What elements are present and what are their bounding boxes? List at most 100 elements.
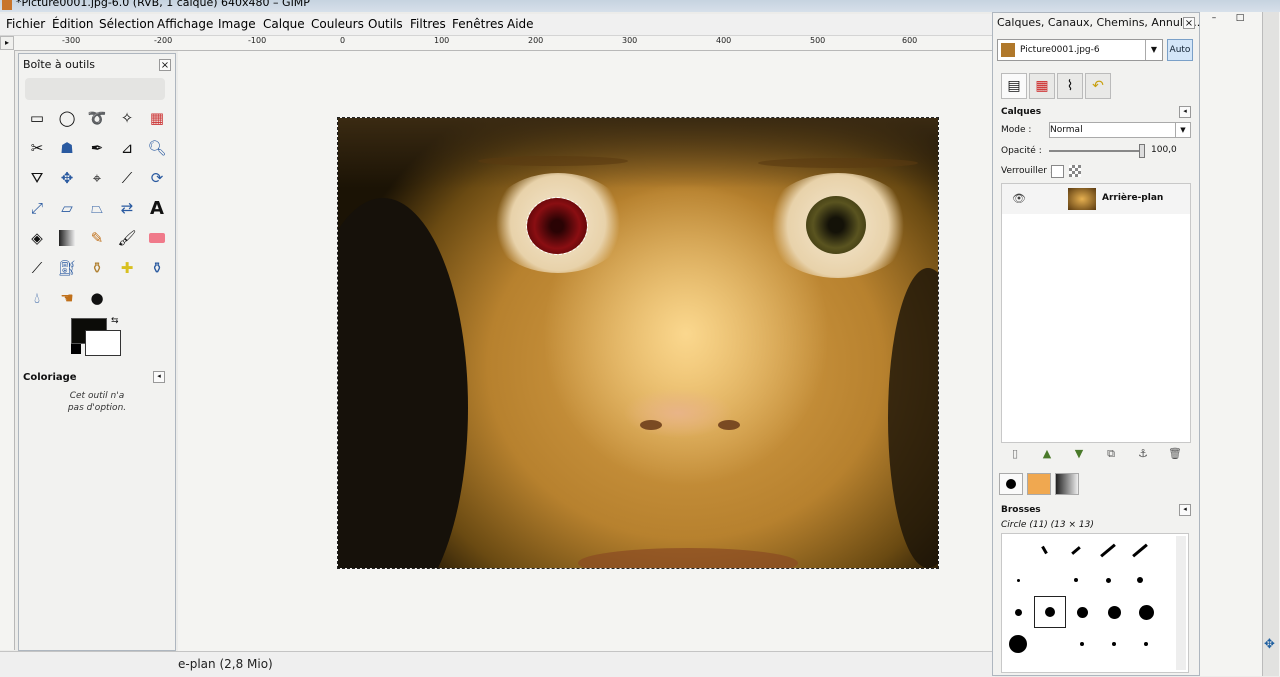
fuzzy-select-tool[interactable]: ✧ (115, 106, 139, 130)
eraser-tool[interactable] (145, 226, 169, 250)
eye-icon[interactable]: 👁︎ (1012, 192, 1026, 205)
menu-couleurs[interactable]: Couleurs (311, 17, 364, 31)
brush-item[interactable] (1130, 596, 1162, 628)
foreground-select-tool[interactable]: ☗ (55, 136, 79, 160)
tool-options-menu-button[interactable]: ◂ (153, 371, 165, 383)
horizontal-ruler[interactable]: -300 -200 -100 0 100 200 300 400 500 600 (14, 36, 995, 51)
vertical-scrollbar[interactable] (1262, 12, 1279, 676)
brush-item[interactable] (1002, 628, 1034, 660)
smudge-tool[interactable]: ☚ (55, 286, 79, 310)
brush-item[interactable] (1066, 596, 1098, 628)
navigate-icon[interactable]: ✥ (1264, 637, 1275, 652)
brush-item[interactable] (1002, 596, 1034, 628)
dodge-burn-tool[interactable]: ● (85, 286, 109, 310)
raise-layer-button[interactable]: ▲ (1039, 446, 1055, 462)
swap-colors-icon[interactable]: ⇆ (111, 316, 119, 326)
blend-tool[interactable] (55, 226, 79, 250)
shear-tool[interactable]: ▱ (55, 196, 79, 220)
color-picker-tool[interactable]: ⊿ (115, 136, 139, 160)
layer-row[interactable]: 👁︎ Arrière-plan (1002, 184, 1190, 214)
lasso-tool[interactable]: ➰ (85, 106, 109, 130)
mode-dropdown[interactable]: Normal ▼ (1049, 122, 1191, 138)
lock-alpha-icon[interactable] (1069, 165, 1081, 177)
background-color-swatch[interactable] (85, 330, 121, 356)
scale-tool[interactable]: ⤢ (25, 196, 49, 220)
perspective-tool[interactable]: ⏢ (85, 196, 109, 220)
lock-pixels-checkbox[interactable] (1051, 165, 1064, 178)
layers-menu-button[interactable]: ◂ (1179, 106, 1191, 118)
reset-colors-button[interactable] (71, 344, 81, 354)
menu-affichage[interactable]: Affichage (157, 17, 213, 31)
flip-tool[interactable]: ⇄ (115, 196, 139, 220)
menu-image[interactable]: Image (218, 17, 256, 31)
brush-item[interactable] (1124, 564, 1156, 596)
brush-grid-scrollbar[interactable] (1176, 536, 1186, 670)
brush-item-selected[interactable] (1034, 596, 1066, 628)
delete-layer-button[interactable]: 🗑︎ (1167, 446, 1183, 462)
opacity-slider[interactable] (1049, 150, 1143, 152)
toolbox-close-button[interactable]: × (159, 59, 171, 71)
opacity-value[interactable]: 100,0 (1151, 145, 1177, 155)
crop-tool[interactable]: ⟋ (115, 166, 139, 190)
ruler-corner-button[interactable]: ▸ (0, 36, 14, 50)
perspective-clone-tool[interactable]: ⚱ (145, 256, 169, 280)
tab-paths[interactable]: ⌇ (1057, 73, 1083, 99)
heal-tool[interactable]: ✚ (115, 256, 139, 280)
dock-close-button[interactable]: × (1183, 17, 1195, 29)
menu-aide[interactable]: Aide (507, 17, 534, 31)
ellipse-select-tool[interactable]: ◯ (55, 106, 79, 130)
tab-brushes[interactable] (999, 473, 1023, 495)
red-eye-selection[interactable] (526, 197, 588, 255)
menu-calque[interactable]: Calque (263, 17, 305, 31)
brush-item[interactable] (1098, 628, 1130, 660)
brush-item[interactable] (1060, 564, 1092, 596)
duplicate-layer-button[interactable]: ⧉ (1103, 446, 1119, 462)
tab-layers[interactable]: ▤ (1001, 73, 1027, 99)
pencil-tool[interactable]: ✎ (85, 226, 109, 250)
menu-selection[interactable]: Sélection (99, 17, 154, 31)
menu-fichier[interactable]: Fichier (6, 17, 45, 31)
rect-select-tool[interactable]: ▭ (25, 106, 49, 130)
brush-item[interactable] (1028, 534, 1060, 566)
opacity-slider-handle[interactable] (1139, 144, 1145, 158)
bucket-fill-tool[interactable]: ◈ (25, 226, 49, 250)
auto-button[interactable]: Auto (1167, 39, 1193, 61)
brush-item[interactable] (1002, 564, 1034, 596)
clone-tool[interactable]: ⚱ (85, 256, 109, 280)
paintbrush-tool[interactable]: 🖌︎ (115, 226, 139, 250)
brushes-menu-button[interactable]: ◂ (1179, 504, 1191, 516)
menu-filtres[interactable]: Filtres (410, 17, 446, 31)
blur-tool[interactable]: 💧︎ (25, 286, 49, 310)
brush-item[interactable] (1066, 628, 1098, 660)
brush-item[interactable] (1060, 534, 1092, 566)
measure-tool[interactable]: ⛛ (25, 166, 49, 190)
image-select-dropdown[interactable]: Picture0001.jpg-6 ▼ (997, 39, 1163, 61)
move-tool[interactable]: ✥ (55, 166, 79, 190)
minimize-button[interactable]: – (1202, 14, 1226, 24)
tab-patterns[interactable] (1027, 473, 1051, 495)
tab-undo-history[interactable]: ↶ (1085, 73, 1111, 99)
rotate-tool[interactable]: ⟳ (145, 166, 169, 190)
maximize-button[interactable]: □ (1228, 14, 1252, 24)
menu-outils[interactable]: Outils (368, 17, 403, 31)
brush-item[interactable] (1130, 628, 1162, 660)
scissors-tool[interactable]: ✂ (25, 136, 49, 160)
menu-fenetres[interactable]: Fenêtres (452, 17, 504, 31)
ink-tool[interactable]: ⛽︎ (55, 256, 79, 280)
color-select-tool[interactable]: ▦ (145, 106, 169, 130)
text-tool[interactable]: A (145, 196, 169, 220)
paths-tool[interactable]: ✒ (85, 136, 109, 160)
zoom-tool[interactable]: 🔍︎ (145, 136, 169, 160)
anchor-layer-button[interactable]: ⚓︎ (1135, 446, 1151, 462)
tab-channels[interactable]: ▦ (1029, 73, 1055, 99)
new-layer-button[interactable]: ▯ (1007, 446, 1023, 462)
vertical-ruler[interactable] (0, 50, 15, 650)
image-canvas[interactable] (337, 117, 939, 569)
brush-item[interactable] (1092, 564, 1124, 596)
align-tool[interactable]: ⌖ (85, 166, 109, 190)
tab-gradients[interactable] (1055, 473, 1079, 495)
lower-layer-button[interactable]: ▼ (1071, 446, 1087, 462)
brush-item[interactable] (1098, 596, 1130, 628)
airbrush-tool[interactable]: ⟋ (25, 256, 49, 280)
menu-edition[interactable]: Édition (52, 17, 94, 31)
